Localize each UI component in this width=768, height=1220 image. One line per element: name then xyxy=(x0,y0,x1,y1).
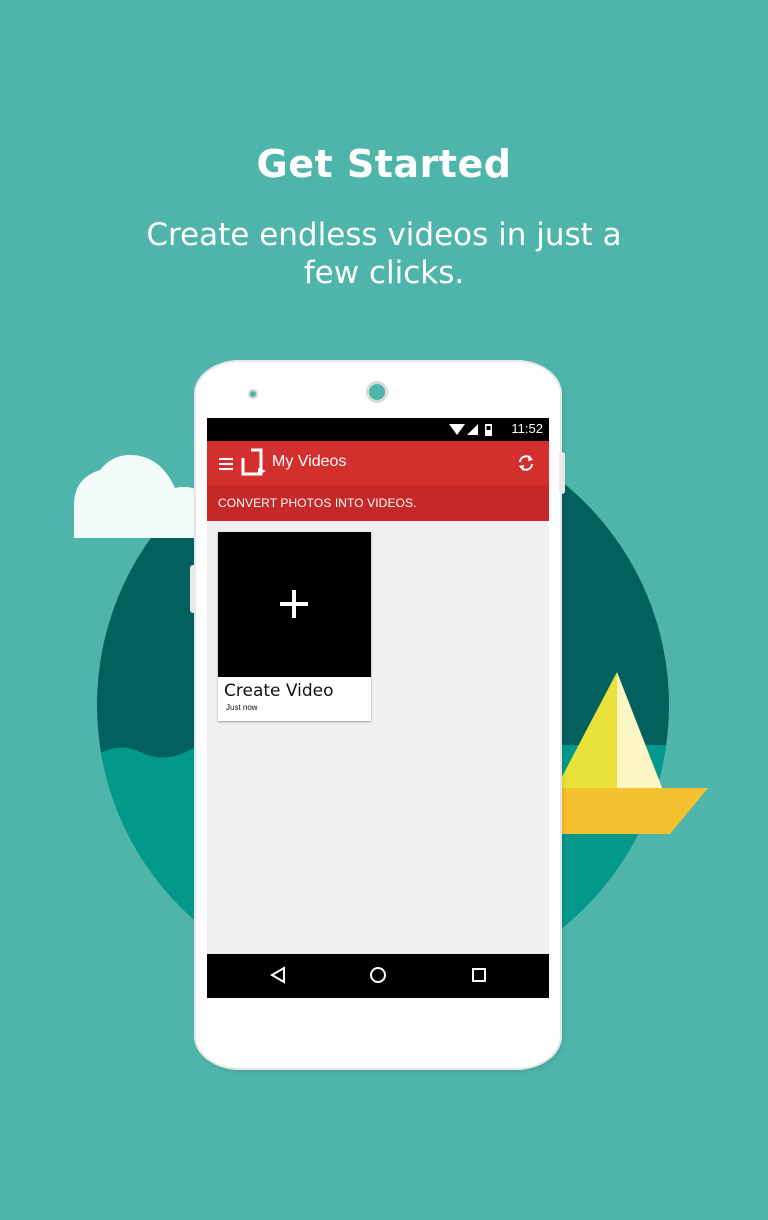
system-nav-bar xyxy=(207,954,549,998)
card-thumbnail[interactable] xyxy=(218,532,371,677)
banner-text: CONVERT PHOTOS INTO VIDEOS. xyxy=(218,496,417,510)
phone-screen: 11:52 My Videos CONVERT PHOTOS INTO VIDE… xyxy=(207,418,549,998)
card-timestamp: Just now xyxy=(226,703,258,712)
status-time: 11:52 xyxy=(511,421,543,436)
phone-side-button xyxy=(559,452,565,494)
info-banner: CONVERT PHOTOS INTO VIDEOS. xyxy=(207,485,549,521)
card-title: Create Video xyxy=(224,681,334,701)
app-logo-icon xyxy=(241,448,267,482)
signal-icon xyxy=(467,424,478,435)
battery-icon xyxy=(485,424,492,436)
back-icon[interactable] xyxy=(269,966,287,988)
refresh-icon[interactable] xyxy=(517,454,535,476)
wifi-icon xyxy=(449,424,465,435)
status-icons xyxy=(449,422,497,441)
phone-side-button xyxy=(190,565,196,613)
create-video-card[interactable]: Create Video Just now xyxy=(218,532,371,721)
plus-icon xyxy=(278,588,310,624)
menu-icon[interactable] xyxy=(219,455,233,474)
cloud-icon xyxy=(74,455,205,538)
home-icon[interactable] xyxy=(369,966,387,988)
status-bar: 11:52 xyxy=(207,418,549,441)
app-toolbar: My Videos xyxy=(207,441,549,485)
front-camera-icon xyxy=(366,381,388,403)
sensor-icon xyxy=(248,389,258,399)
recents-icon[interactable] xyxy=(470,966,488,988)
toolbar-title: My Videos xyxy=(272,453,347,470)
